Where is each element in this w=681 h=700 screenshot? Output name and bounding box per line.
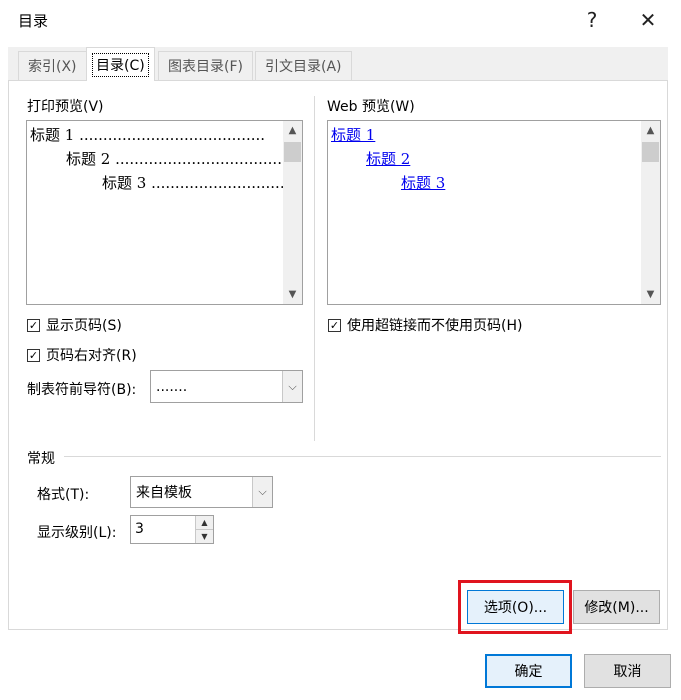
scroll-thumb[interactable] bbox=[284, 142, 301, 162]
levels-label: 显示级别(L): bbox=[37, 525, 117, 541]
use-hyperlinks-checkbox[interactable]: ✓ bbox=[328, 318, 341, 332]
check-icon: ✓ bbox=[28, 318, 39, 332]
stepper-down-icon[interactable]: ▼ bbox=[195, 529, 213, 543]
show-page-numbers-option[interactable]: ✓ 显示页码(S) bbox=[27, 315, 122, 335]
close-icon: ✕ bbox=[639, 8, 657, 32]
print-preview-label: 打印预览(V) bbox=[27, 99, 104, 115]
scroll-down-icon[interactable]: ▼ bbox=[283, 285, 302, 304]
modify-button[interactable]: 修改(M)... bbox=[573, 590, 660, 624]
right-align-checkbox[interactable]: ✓ bbox=[27, 348, 40, 362]
scroll-thumb[interactable] bbox=[642, 142, 659, 162]
right-align-option[interactable]: ✓ 页码右对齐(R) bbox=[27, 345, 137, 365]
chevron-down-icon[interactable]: ⌵ bbox=[282, 371, 302, 402]
format-label: 格式(T): bbox=[37, 487, 90, 503]
general-separator bbox=[64, 456, 661, 457]
tab-label: 目录(C) bbox=[92, 52, 149, 77]
general-section-label: 常规 bbox=[27, 451, 55, 467]
ok-button[interactable]: 确定 bbox=[485, 654, 572, 688]
tab-leader-select[interactable]: ....... ⌵ bbox=[150, 370, 303, 403]
scroll-up-icon[interactable]: ▲ bbox=[641, 121, 660, 140]
options-button[interactable]: 选项(O)... bbox=[467, 590, 564, 624]
tab-citations[interactable]: 引文目录(A) bbox=[255, 51, 352, 80]
tab-label: 索引(X) bbox=[28, 59, 77, 75]
tab-leader-value: ....... bbox=[156, 378, 188, 395]
use-hyperlinks-label: 使用超链接而不使用页码(H) bbox=[347, 318, 523, 334]
tab-toc[interactable]: 目录(C) bbox=[86, 47, 155, 81]
print-preview-line: 标题 1 ...................................… bbox=[30, 126, 266, 144]
check-icon: ✓ bbox=[28, 348, 39, 362]
cancel-button[interactable]: 取消 bbox=[584, 654, 671, 688]
tab-label: 引文目录(A) bbox=[265, 59, 342, 75]
tab-label: 图表目录(F) bbox=[168, 59, 243, 75]
chevron-down-icon[interactable]: ⌵ bbox=[252, 477, 272, 507]
scroll-up-icon[interactable]: ▲ bbox=[283, 121, 302, 140]
stepper-up-icon[interactable]: ▲ bbox=[195, 516, 213, 530]
scroll-down-icon[interactable]: ▼ bbox=[641, 285, 660, 304]
use-hyperlinks-option[interactable]: ✓ 使用超链接而不使用页码(H) bbox=[328, 315, 522, 335]
help-button[interactable]: ? bbox=[570, 6, 614, 34]
format-value: 来自模板 bbox=[136, 485, 192, 501]
web-preview-link[interactable]: 标题 3 bbox=[401, 172, 445, 193]
dialog-title: 目录 bbox=[18, 12, 49, 30]
show-page-numbers-checkbox[interactable]: ✓ bbox=[27, 318, 40, 332]
tab-index[interactable]: 索引(X) bbox=[18, 51, 87, 80]
tab-figures[interactable]: 图表目录(F) bbox=[158, 51, 253, 80]
web-preview-link[interactable]: 标题 1 bbox=[331, 124, 375, 145]
tab-leader-label: 制表符前导符(B): bbox=[27, 382, 137, 398]
print-preview-box: 标题 1 ...................................… bbox=[26, 120, 303, 305]
right-align-label: 页码右对齐(R) bbox=[46, 348, 137, 364]
section-divider bbox=[314, 96, 315, 441]
levels-value[interactable]: 3 bbox=[135, 521, 144, 537]
help-icon: ? bbox=[586, 8, 598, 32]
web-preview-scrollbar[interactable]: ▲ ▼ bbox=[641, 121, 660, 304]
check-icon: ✓ bbox=[329, 318, 340, 332]
web-preview-link[interactable]: 标题 2 bbox=[366, 148, 410, 169]
print-preview-line: 标题 3 ...................................… bbox=[102, 174, 303, 192]
close-button[interactable]: ✕ bbox=[626, 6, 670, 34]
web-preview-box: 标题 1 标题 2 标题 3 ▲ ▼ bbox=[327, 120, 661, 305]
print-preview-line: 标题 2 ...................................… bbox=[66, 150, 292, 168]
print-preview-scrollbar[interactable]: ▲ ▼ bbox=[283, 121, 302, 304]
show-page-numbers-label: 显示页码(S) bbox=[46, 318, 122, 334]
web-preview-label: Web 预览(W) bbox=[327, 99, 415, 115]
format-select[interactable]: 来自模板 ⌵ bbox=[130, 476, 273, 508]
levels-stepper[interactable]: 3 ▲ ▼ bbox=[130, 515, 214, 544]
